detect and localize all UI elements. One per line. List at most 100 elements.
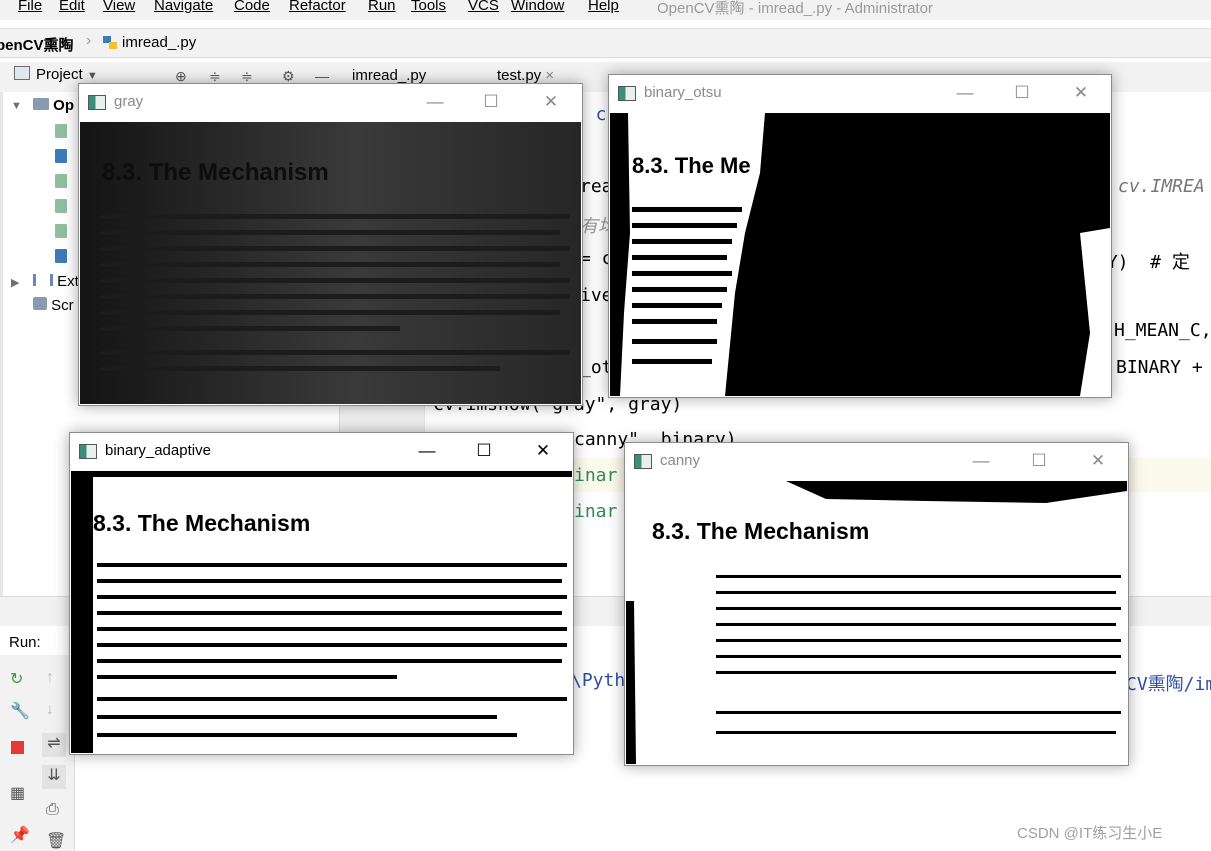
menu-vcs[interactable]: VCS bbox=[468, 0, 499, 14]
arrow-up-icon[interactable]: ↑ bbox=[46, 669, 54, 687]
app-icon bbox=[634, 454, 652, 469]
breadcrumb-file[interactable]: imread_.py bbox=[122, 34, 196, 51]
minimize-button[interactable]: — bbox=[421, 91, 449, 113]
canny-heading: 8.3. The Mechanism bbox=[652, 518, 869, 544]
image-binary-otsu: 8.3. The Me bbox=[610, 113, 1110, 396]
maximize-button[interactable]: ☐ bbox=[477, 91, 505, 113]
chevron-right-icon: › bbox=[86, 32, 92, 49]
image-binary-adaptive: 8.3. The Mechanism bbox=[71, 471, 572, 753]
window-binary-otsu[interactable]: binary_otsu — ☐ ✕ 8.3. The Me bbox=[608, 74, 1112, 398]
layout-icon[interactable]: ▦ bbox=[10, 783, 25, 803]
canny-image-canvas: 8.3. The Mechanism bbox=[626, 481, 1127, 764]
library-icon bbox=[33, 274, 53, 286]
run-label: Run: bbox=[9, 634, 41, 651]
code-line-7-right: BINARY + bbox=[1116, 357, 1203, 378]
window-canny[interactable]: canny — ☐ ✕ 8.3. The Mechanism bbox=[624, 442, 1129, 766]
image-gray: 8.3. The Mechanism bbox=[80, 122, 581, 404]
tree-file-4[interactable] bbox=[55, 199, 67, 217]
minimize-button[interactable]: — bbox=[413, 440, 441, 462]
code-line-11: inar bbox=[574, 501, 618, 522]
menu-run[interactable]: Run bbox=[368, 0, 396, 14]
tree-file-5[interactable] bbox=[55, 224, 67, 242]
close-icon[interactable]: × bbox=[545, 67, 554, 84]
tree-file-6[interactable] bbox=[55, 249, 67, 267]
run-output-left: \Pyth bbox=[571, 670, 626, 691]
menu-help[interactable]: Help bbox=[588, 0, 619, 14]
close-button[interactable]: ✕ bbox=[1084, 450, 1112, 472]
window-title-binary-otsu: binary_otsu bbox=[644, 84, 722, 101]
python-file-icon bbox=[55, 249, 67, 263]
trash-icon[interactable]: 🗑 bbox=[46, 831, 66, 851]
breadcrumb: penCV熏陶 › imread_.py bbox=[0, 28, 1211, 58]
run-toolbar: ↻ ↑ 🔧 ↓ ⇌ ⇊ ▦ ⎙ 📌 🗑 bbox=[0, 655, 75, 851]
gray-image-canvas: 8.3. The Mechanism bbox=[80, 122, 581, 404]
app-icon bbox=[618, 86, 636, 101]
maximize-button[interactable]: ☐ bbox=[1008, 82, 1036, 104]
menu-navigate[interactable]: Navigate bbox=[154, 0, 213, 14]
file-icon bbox=[55, 124, 67, 138]
wrench-icon[interactable]: 🔧 bbox=[10, 701, 30, 721]
adaptive-heading: 8.3. The Mechanism bbox=[93, 510, 310, 536]
run-output-right: CV熏陶/im bbox=[1126, 674, 1211, 695]
pin-icon[interactable]: 📌 bbox=[10, 825, 30, 845]
title-bar[interactable]: binary_otsu — ☐ ✕ bbox=[609, 75, 1111, 112]
soft-wrap-icon[interactable]: ⇌ bbox=[42, 733, 66, 757]
file-icon bbox=[55, 224, 67, 238]
window-title-binary-adaptive: binary_adaptive bbox=[105, 442, 211, 459]
hide-icon[interactable]: — bbox=[315, 68, 329, 84]
rerun-icon[interactable]: ↻ bbox=[10, 669, 23, 689]
tree-external-libraries[interactable]: Ext bbox=[33, 273, 79, 290]
tab-test[interactable]: test.py × bbox=[497, 67, 554, 84]
file-icon bbox=[55, 174, 67, 188]
close-button[interactable]: ✕ bbox=[529, 440, 557, 462]
breadcrumb-project[interactable]: penCV熏陶 bbox=[0, 34, 74, 55]
adaptive-image-canvas: 8.3. The Mechanism bbox=[71, 471, 572, 753]
tree-file-3[interactable] bbox=[55, 174, 67, 192]
menu-bar: File Edit View Navigate Code Refactor Ru… bbox=[0, 0, 1211, 20]
minimize-button[interactable]: — bbox=[951, 82, 979, 104]
minimize-button[interactable]: — bbox=[967, 450, 995, 472]
window-title-gray: gray bbox=[114, 93, 144, 110]
chevron-right-icon[interactable]: ▶ bbox=[11, 276, 19, 289]
file-icon bbox=[55, 199, 67, 213]
menu-code[interactable]: Code bbox=[234, 0, 270, 14]
title-bar[interactable]: binary_adaptive — ☐ ✕ bbox=[70, 433, 573, 470]
image-canny: 8.3. The Mechanism bbox=[626, 481, 1127, 764]
menu-view[interactable]: View bbox=[103, 0, 135, 14]
menu-refactor[interactable]: Refactor bbox=[289, 0, 346, 14]
close-button[interactable]: ✕ bbox=[1067, 82, 1095, 104]
app-icon bbox=[88, 95, 106, 110]
chevron-down-icon[interactable]: ▼ bbox=[11, 100, 22, 112]
menu-edit[interactable]: Edit bbox=[59, 0, 85, 14]
window-binary-adaptive[interactable]: binary_adaptive — ☐ ✕ 8.3. The Mechanism bbox=[69, 432, 574, 755]
arrow-down-icon[interactable]: ↓ bbox=[46, 701, 54, 719]
gray-heading: 8.3. The Mechanism bbox=[102, 159, 329, 186]
scroll-to-end-icon[interactable]: ⇊ bbox=[42, 765, 66, 789]
chevron-down-icon: ▼ bbox=[86, 70, 98, 82]
menu-tools[interactable]: Tools bbox=[411, 0, 446, 14]
python-file-icon bbox=[55, 149, 67, 163]
code-line-10: inar bbox=[574, 465, 618, 486]
python-file-icon bbox=[103, 36, 117, 49]
folder-icon bbox=[33, 98, 49, 110]
tree-scratches[interactable]: Scr bbox=[33, 297, 74, 314]
menu-window[interactable]: Window bbox=[511, 0, 564, 14]
maximize-button[interactable]: ☐ bbox=[470, 440, 498, 462]
stop-icon[interactable] bbox=[11, 741, 24, 754]
project-view-selector[interactable]: Project ▼ bbox=[14, 66, 98, 83]
tree-root[interactable]: Op bbox=[33, 97, 74, 114]
otsu-image-canvas: 8.3. The Me bbox=[610, 113, 1110, 396]
tree-file-2[interactable] bbox=[55, 149, 67, 167]
title-bar[interactable]: canny — ☐ ✕ bbox=[625, 443, 1128, 480]
title-bar[interactable]: gray — ☐ ✕ bbox=[79, 84, 582, 121]
watermark: CSDN @IT练习生小E bbox=[1017, 825, 1163, 842]
maximize-button[interactable]: ☐ bbox=[1025, 450, 1053, 472]
tab-imread[interactable]: imread_.py bbox=[352, 67, 426, 84]
menu-file[interactable]: File bbox=[18, 0, 42, 14]
window-title-canny: canny bbox=[660, 452, 701, 469]
app-icon bbox=[79, 444, 97, 459]
print-icon[interactable]: ⎙ bbox=[46, 801, 59, 819]
close-button[interactable]: ✕ bbox=[537, 91, 565, 113]
tree-file-1[interactable] bbox=[55, 124, 67, 142]
window-gray[interactable]: gray — ☐ ✕ 8.3. The Mechanism bbox=[78, 83, 583, 406]
